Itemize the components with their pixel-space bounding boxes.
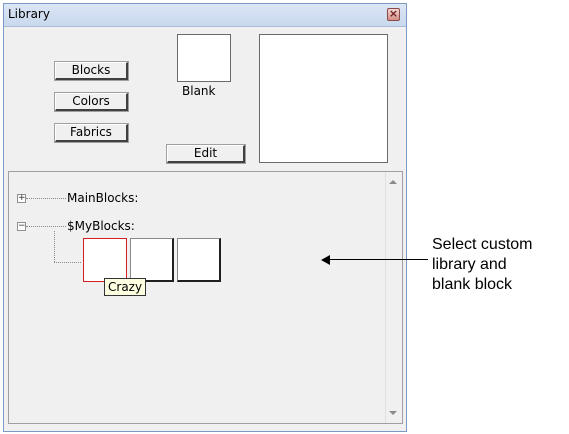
block-thumbnail[interactable] (177, 238, 221, 282)
close-button[interactable]: × (387, 7, 400, 21)
tree-connector (26, 226, 66, 227)
tree-connector (54, 262, 81, 263)
block-tooltip: Crazy (104, 278, 147, 296)
blocks-button[interactable]: Blocks (54, 61, 129, 81)
callout-arrow-icon (321, 255, 330, 265)
callout-line-3: blank block (432, 276, 513, 293)
library-tree[interactable]: + MainBlocks: − $MyBlocks: Crazy (8, 171, 403, 424)
close-icon: × (388, 7, 399, 20)
callout-text: Select custom library and blank block (432, 235, 567, 295)
callout-line-1: Select custom (432, 236, 533, 253)
blank-block-preview[interactable] (177, 34, 231, 82)
block-thumbnail-crazy[interactable] (83, 238, 127, 282)
tree-connector (54, 231, 55, 262)
expand-mainblocks-icon[interactable]: + (17, 194, 26, 203)
scroll-up-arrow-icon[interactable] (389, 180, 397, 184)
blank-label: Blank (182, 84, 216, 98)
tree-node-mainblocks[interactable]: MainBlocks: (67, 191, 138, 205)
tree-node-myblocks[interactable]: $MyBlocks: (67, 219, 135, 233)
vertical-scrollbar[interactable] (385, 172, 402, 423)
scroll-down-arrow-icon[interactable] (389, 411, 397, 415)
library-window: Library × Blocks Colors Fabrics Blank Ed… (3, 3, 407, 432)
block-thumbnail[interactable] (130, 238, 174, 282)
edit-button[interactable]: Edit (166, 144, 246, 164)
window-title: Library (8, 7, 50, 21)
callout-line-2: library and (432, 256, 507, 273)
collapse-myblocks-icon[interactable]: − (17, 222, 26, 231)
title-bar: Library × (4, 4, 406, 27)
colors-button[interactable]: Colors (54, 92, 129, 112)
fabrics-button[interactable]: Fabrics (54, 123, 129, 143)
callout-arrow-line (327, 259, 428, 260)
tree-connector (26, 198, 66, 199)
block-large-preview (259, 34, 388, 163)
